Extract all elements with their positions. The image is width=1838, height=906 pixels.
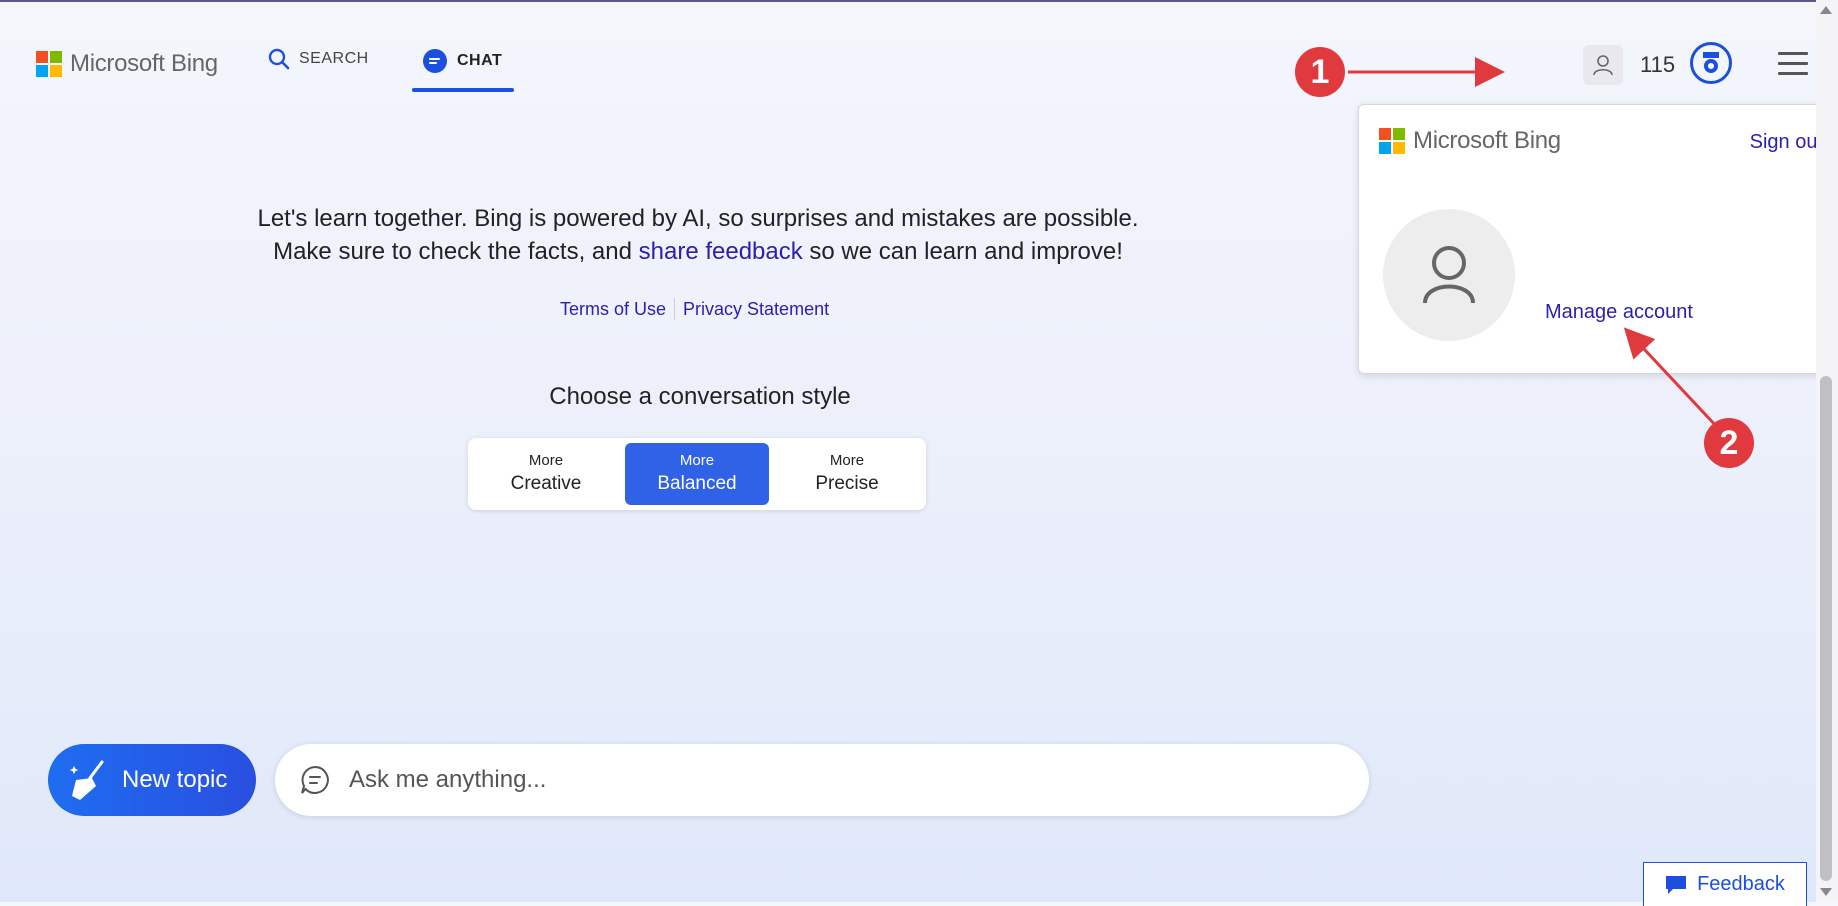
annotation-badge-2: 2 [1704,418,1754,468]
annotation-arrows [1348,57,1720,430]
annotation-badge-1: 1 [1295,47,1345,97]
annotation-arrow-2 [1623,327,1720,430]
